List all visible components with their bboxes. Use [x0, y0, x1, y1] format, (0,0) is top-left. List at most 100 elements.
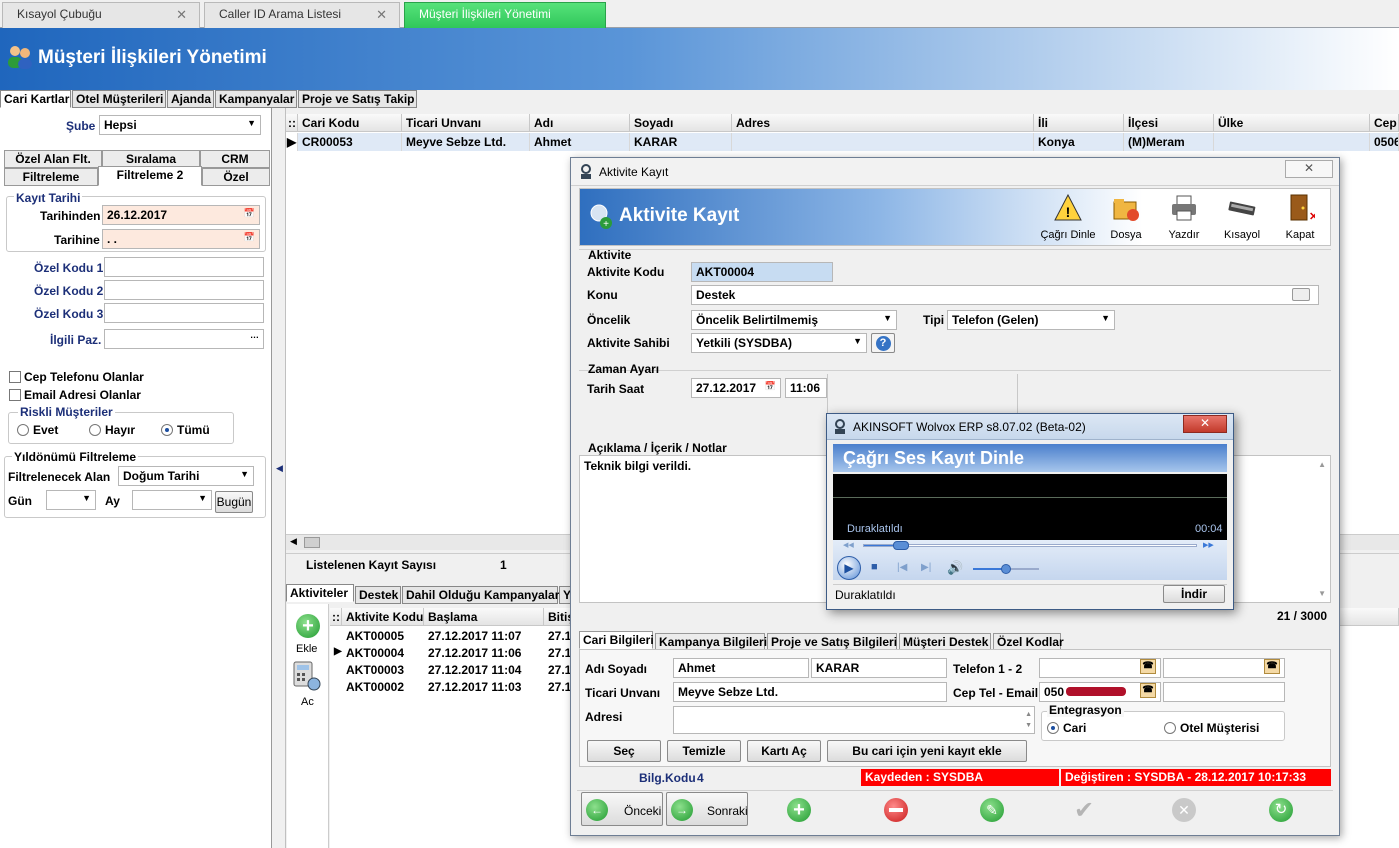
tab-cari-bilgileri[interactable]: Cari Bilgileri: [579, 631, 654, 649]
forward-icon[interactable]: ▶▶: [1203, 541, 1214, 549]
ozel-kodu-1-input[interactable]: [104, 257, 264, 277]
seek-thumb[interactable]: [893, 541, 909, 550]
act-code[interactable]: AKT00002: [342, 679, 424, 696]
ticari-field[interactable]: Meyve Sebze Ltd.: [673, 682, 947, 702]
tarihinden-field[interactable]: 26.12.2017 📅: [102, 205, 260, 225]
phone-icon[interactable]: ☎: [1264, 659, 1280, 674]
tab-cari-kartlar[interactable]: Cari Kartlar: [0, 90, 71, 108]
doc-tab-crm[interactable]: Müşteri İlişkileri Yönetimi: [404, 2, 606, 28]
cep-field[interactable]: 050 ☎: [1039, 682, 1161, 702]
onceki-button[interactable]: ← Önceki: [581, 792, 663, 826]
col-adi[interactable]: Adı: [530, 114, 630, 132]
scroll-up-icon[interactable]: ▲: [1318, 460, 1326, 469]
tab-aktiviteler[interactable]: Aktiviteler: [286, 584, 354, 602]
tab-otel-musterileri[interactable]: Otel Müşterileri: [72, 90, 166, 108]
soyadi-field[interactable]: KARAR: [811, 658, 947, 678]
act-start[interactable]: 27.12.2017 11:04: [424, 662, 544, 679]
doc-tab-kisayol[interactable]: Kısayol Çubuğu ✕: [2, 2, 200, 28]
tipi-select[interactable]: Telefon (Gelen) ▼: [947, 310, 1115, 330]
radio-hayir[interactable]: [89, 424, 101, 436]
act-start[interactable]: 27.12.2017 11:07: [424, 628, 544, 645]
confirm-icon[interactable]: ✔: [1074, 796, 1094, 825]
tarihine-field[interactable]: . . 📅: [102, 229, 260, 249]
cell-ili[interactable]: Konya: [1034, 133, 1124, 151]
sube-select[interactable]: Hepsi ▼: [99, 115, 261, 135]
col-cari-kodu[interactable]: Cari Kodu: [298, 114, 402, 132]
tab-dahil-kampanyalar[interactable]: Dahil Olduğu Kampanyalar: [402, 586, 559, 604]
col-baslama[interactable]: Başlama: [424, 608, 544, 626]
delete-record-icon[interactable]: [884, 798, 908, 822]
email-adresi-checkbox[interactable]: [9, 389, 21, 401]
tab-crm[interactable]: CRM: [200, 150, 270, 168]
tab-proje-satis[interactable]: Proje ve Satış Takip: [298, 90, 417, 108]
telefon-1-field[interactable]: ☎: [1039, 658, 1161, 678]
cell-adres[interactable]: [732, 133, 1034, 151]
radio-otel[interactable]: [1164, 722, 1176, 734]
sonraki-button[interactable]: → Sonraki: [666, 792, 748, 826]
tab-ozel-alan-flt[interactable]: Özel Alan Flt.: [4, 150, 102, 168]
act-start[interactable]: 27.12.2017 11:06: [424, 645, 544, 662]
calendar-icon[interactable]: 📅: [244, 208, 255, 219]
oncelik-select[interactable]: Öncelik Belirtilmemiş ▼: [691, 310, 897, 330]
act-start[interactable]: 27.12.2017 11:03: [424, 679, 544, 696]
stop-icon[interactable]: ■: [871, 561, 878, 573]
volume-icon[interactable]: 🔊: [947, 560, 963, 576]
karti-ac-button[interactable]: Kartı Aç: [747, 740, 821, 762]
sahibi-select[interactable]: Yetkili (SYSDBA) ▼: [691, 333, 867, 353]
tab-destek[interactable]: Destek: [355, 586, 401, 604]
konu-more-button[interactable]: [1292, 288, 1310, 301]
tarih-field[interactable]: 27.12.2017 📅: [691, 378, 781, 398]
close-icon[interactable]: ✕: [176, 7, 187, 23]
refresh-icon[interactable]: ↻: [1269, 798, 1293, 822]
tab-filtreleme-2[interactable]: Filtreleme 2: [98, 166, 202, 186]
add-icon[interactable]: +: [296, 614, 320, 638]
col-aktivite-kodu[interactable]: Aktivite Kodu: [342, 608, 424, 626]
calendar-icon[interactable]: 📅: [765, 381, 776, 392]
col-ticari-unvani[interactable]: Ticari Unvanı: [402, 114, 530, 132]
act-code[interactable]: AKT00005: [342, 628, 424, 645]
help-button[interactable]: ?: [871, 333, 895, 353]
cancel-icon[interactable]: ✕: [1172, 798, 1196, 822]
ilgili-paz-input[interactable]: …: [104, 329, 264, 349]
sec-button[interactable]: Seç: [587, 740, 661, 762]
phone-icon[interactable]: ☎: [1140, 683, 1156, 698]
dialog-titlebar[interactable]: Aktivite Kayıt ✕: [571, 158, 1339, 186]
act-code[interactable]: AKT00003: [342, 662, 424, 679]
radio-evet[interactable]: [17, 424, 29, 436]
dialog-close-button[interactable]: ✕: [1285, 160, 1333, 178]
col-ulke[interactable]: Ülke: [1214, 114, 1370, 132]
radio-tumu[interactable]: [161, 424, 173, 436]
previous-icon[interactable]: |◀: [897, 562, 907, 573]
add-record-icon[interactable]: +: [787, 798, 811, 822]
phone-icon[interactable]: ☎: [1140, 659, 1156, 674]
col-ili[interactable]: İli: [1034, 114, 1124, 132]
cell-soyadi[interactable]: KARAR: [630, 133, 732, 151]
col-adres[interactable]: Adres: [732, 114, 1034, 132]
edit-record-icon[interactable]: ✎: [980, 798, 1004, 822]
rewind-icon[interactable]: ◀◀: [843, 541, 854, 549]
cell-ilcesi[interactable]: (M)Meram: [1124, 133, 1214, 151]
adresi-field[interactable]: ▲ ▼: [673, 706, 1035, 734]
cell-adi[interactable]: Ahmet: [530, 133, 630, 151]
gun-select[interactable]: ▼: [46, 490, 96, 510]
tab-kampanyalar[interactable]: Kampanyalar: [215, 90, 297, 108]
calculator-icon[interactable]: [292, 660, 322, 692]
cell-ulke[interactable]: [1214, 133, 1370, 151]
calendar-icon[interactable]: 📅: [244, 232, 255, 243]
cep-telefonu-checkbox[interactable]: [9, 371, 21, 383]
email-field[interactable]: [1163, 682, 1285, 702]
player-titlebar[interactable]: AKINSOFT Wolvox ERP s8.07.02 (Beta-02) ✕: [827, 414, 1233, 440]
konu-field[interactable]: Destek: [691, 285, 1319, 305]
aktivite-kodu-field[interactable]: AKT00004: [691, 262, 833, 282]
filtrelenecek-select[interactable]: Doğum Tarihi ▼: [118, 466, 254, 486]
play-button[interactable]: ▶: [837, 556, 861, 580]
indir-button[interactable]: İndir: [1163, 585, 1225, 603]
close-icon[interactable]: ✕: [376, 7, 387, 23]
yeni-kayit-button[interactable]: Bu cari için yeni kayıt ekle: [827, 740, 1027, 762]
tab-ozel[interactable]: Özel: [202, 168, 270, 186]
cell-cari-kodu[interactable]: CR00053: [298, 133, 402, 151]
col-ilcesi[interactable]: İlçesi: [1124, 114, 1214, 132]
scroll-down-icon[interactable]: ▼: [1318, 589, 1326, 598]
telefon-2-field[interactable]: ☎: [1163, 658, 1285, 678]
dosya-button[interactable]: Dosya: [1098, 193, 1154, 241]
